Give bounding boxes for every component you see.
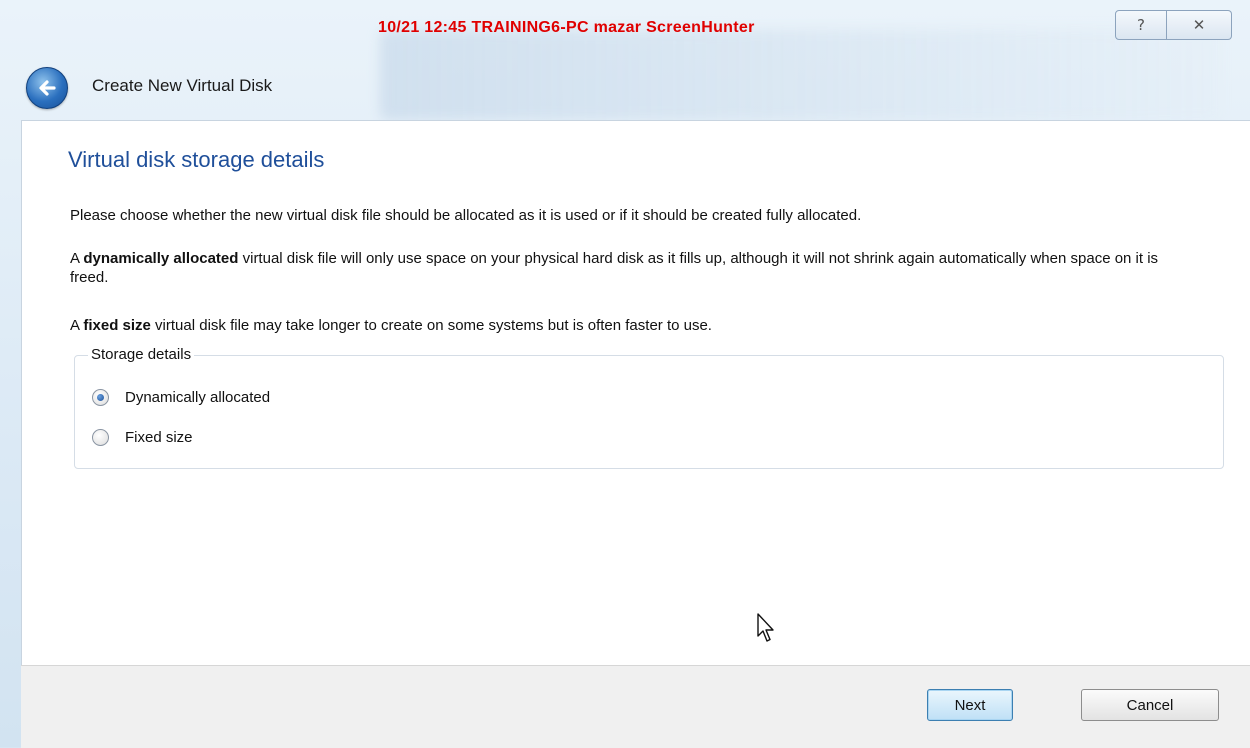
window-frame: 10/21 12:45 TRAINING6-PC mazar ScreenHun… [0, 0, 1250, 748]
help-icon: ? [1137, 16, 1145, 34]
cancel-button[interactable]: Cancel [1081, 689, 1219, 721]
dynamic-bold-term: dynamically allocated [83, 250, 239, 267]
page-title: Virtual disk storage details [68, 147, 325, 172]
dynamic-description: A dynamically allocated virtual disk fil… [70, 249, 1200, 287]
intro-text: Please choose whether the new virtual di… [70, 207, 862, 224]
radio-dot-icon [97, 394, 104, 401]
background-window-ghost [380, 30, 1220, 120]
fixed-description: A fixed size virtual disk file may take … [70, 316, 1200, 335]
close-icon: ✕ [1192, 16, 1206, 34]
radio-fixed-size[interactable]: Fixed size [92, 429, 193, 446]
close-button[interactable]: ✕ [1167, 10, 1232, 40]
back-arrow-icon [39, 80, 56, 96]
radio-label: Fixed size [125, 429, 193, 446]
storage-details-legend: Storage details [88, 346, 195, 363]
radio-dynamically-allocated[interactable]: Dynamically allocated [92, 389, 270, 406]
wizard-footer: Next Cancel [21, 665, 1250, 748]
title-bar-buttons: ? ✕ [1115, 10, 1232, 40]
back-button[interactable] [26, 67, 68, 109]
next-button[interactable]: Next [927, 689, 1013, 721]
radio-label: Dynamically allocated [125, 389, 271, 406]
help-button[interactable]: ? [1115, 10, 1167, 40]
fixed-bold-term: fixed size [83, 317, 151, 334]
mouse-cursor-icon [757, 613, 774, 642]
fixed-rest: virtual disk file may take longer to cre… [150, 317, 712, 334]
screenhunter-stamp: 10/21 12:45 TRAINING6-PC mazar ScreenHun… [378, 19, 755, 36]
dynamic-prefix: A [70, 250, 84, 267]
wizard-title: Create New Virtual Disk [92, 76, 273, 95]
storage-details-group [74, 355, 1224, 469]
radio-button-checked[interactable] [92, 389, 109, 406]
radio-button-unchecked[interactable] [92, 429, 109, 446]
fixed-prefix: A [70, 317, 84, 334]
wizard-page: Virtual disk storage details Please choo… [21, 120, 1250, 666]
